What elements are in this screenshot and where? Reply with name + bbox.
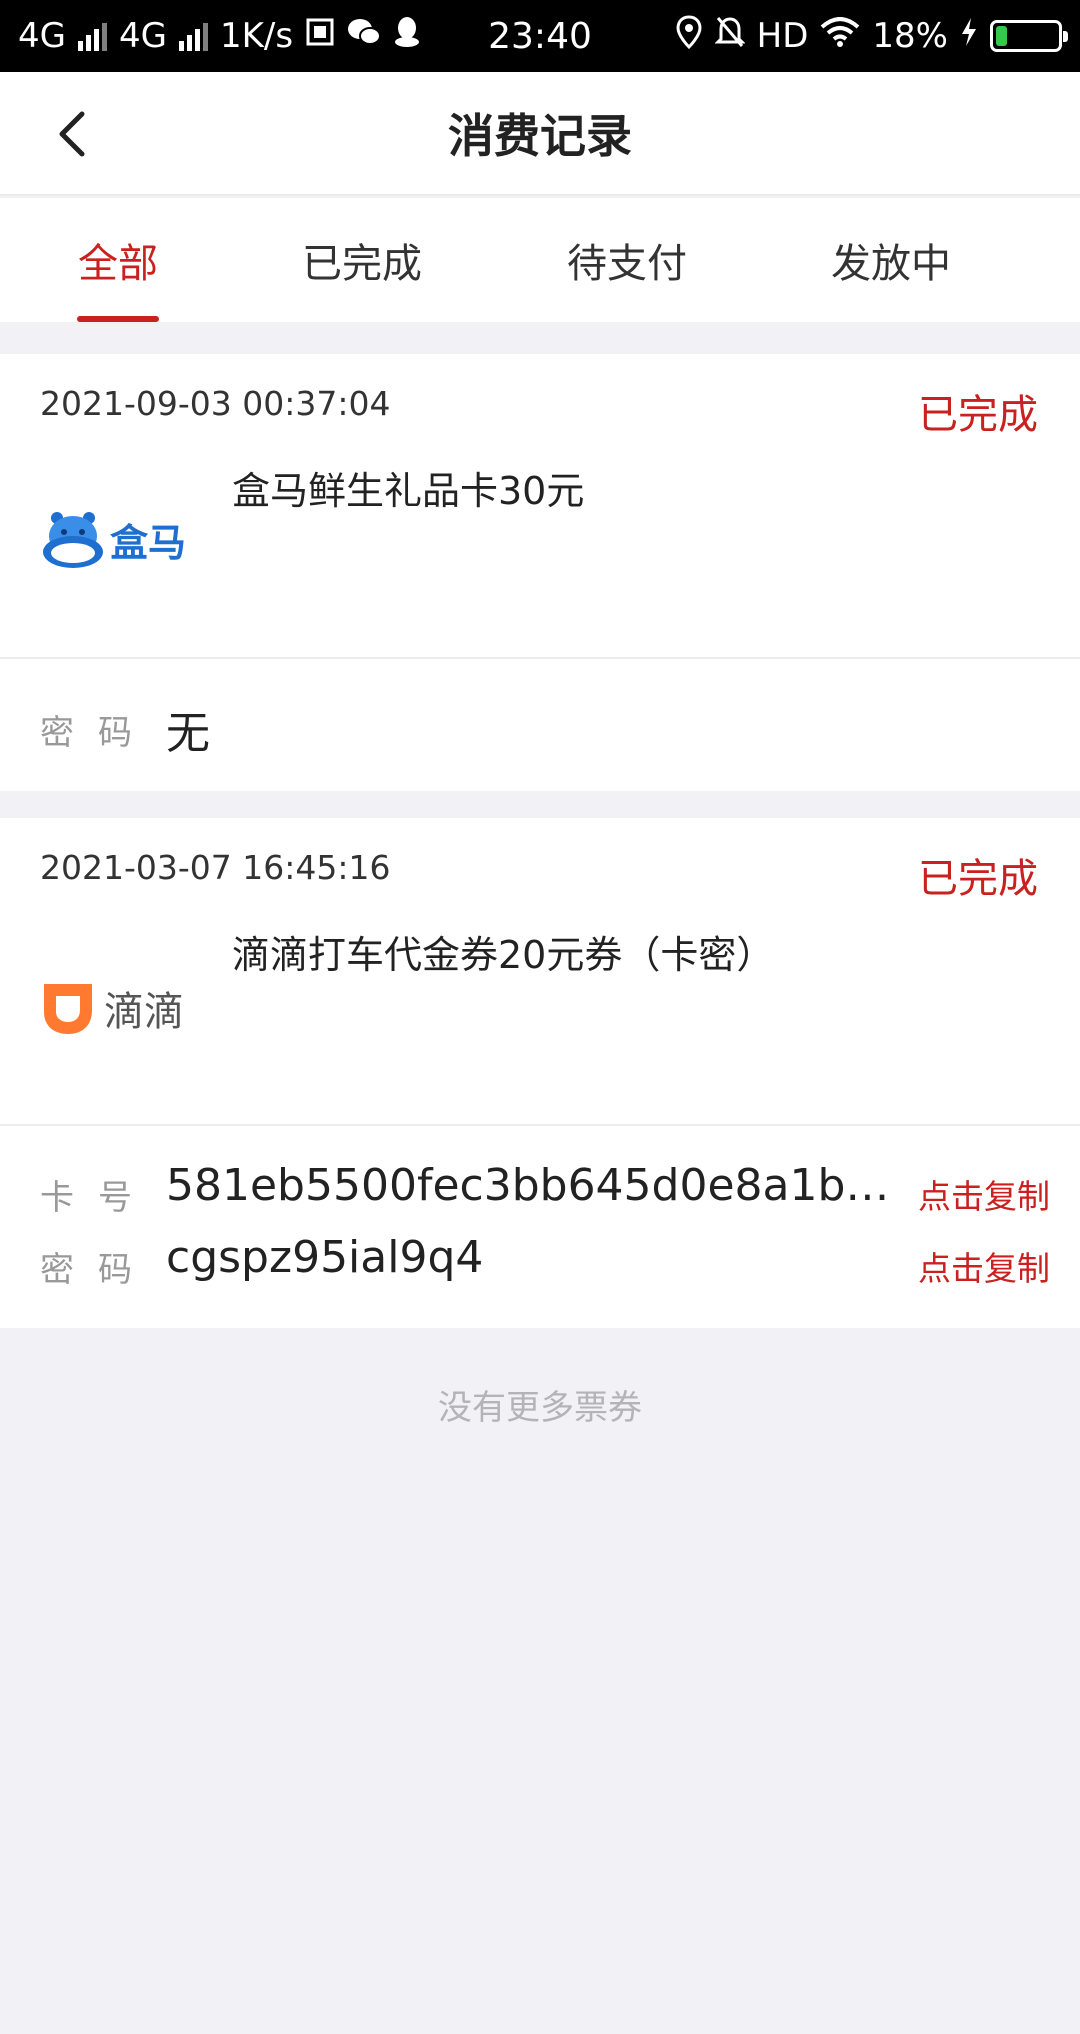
password-label: 密码 [40,713,156,753]
network-type-2: 4G [118,16,167,56]
tab-label: 待支付 [567,241,687,287]
tab-all[interactable]: 全部 [18,198,218,322]
location-icon [675,14,703,58]
tab-completed[interactable]: 已完成 [262,198,462,322]
order-code-section-didi: 卡号 581eb5500fec3bb645d0e8a1b5… 点击复制 密码 c… [0,1126,1080,1328]
charging-icon [960,16,978,56]
wechat-icon [347,16,382,56]
tab-issuing[interactable]: 发放中 [791,198,991,322]
order-status: 已完成 [918,856,1038,902]
signal-icon-2 [178,21,208,51]
product-name: 盒马鲜生礼品卡30元 [232,469,585,513]
chevron-left-icon [59,111,85,157]
order-status: 已完成 [918,392,1038,438]
battery-percent: 18% [872,16,948,56]
clock: 23:40 [488,15,592,57]
battery-level-fill [996,26,1007,46]
no-more-tickets-hint: 没有更多票券 [438,1388,642,1428]
hema-logo: 盒马 [40,506,186,572]
tab-pending-payment[interactable]: 待支付 [527,198,727,322]
status-left: 4G 4G 1K/s [18,16,421,57]
password-label: 密码 [40,1250,156,1290]
active-tab-indicator [77,316,159,322]
hema-logo-text: 盒马 [110,520,187,565]
battery-icon [990,20,1068,52]
order-date: 2021-09-03 00:37:04 [40,384,391,423]
didi-logo: 滴滴 [40,978,184,1038]
password-value: cgspz95ial9q4 [166,1232,484,1283]
product-name: 滴滴打车代金券20元券（卡密） [232,933,775,977]
didi-icon [44,984,92,1034]
order-password-section-hema: 密码 无 [0,659,1080,791]
page-title: 消费记录 [448,109,632,163]
tab-label: 发放中 [831,241,951,287]
order-date: 2021-03-07 16:45:16 [40,848,391,887]
copy-card-number-button[interactable]: 点击复制 [918,1170,1050,1218]
tab-label: 已完成 [302,241,422,287]
mute-bell-icon [714,15,746,58]
tab-label: 全部 [78,241,158,287]
navigation-header: 消费记录 [0,72,1080,196]
back-button[interactable] [40,102,104,166]
tab-bar: 全部 已完成 待支付 发放中 [0,198,1080,322]
card-number-value: 581eb5500fec3bb645d0e8a1b5… [166,1160,906,1211]
network-speed: 1K/s [219,16,294,56]
hema-hippo-icon [43,512,103,568]
hd-indicator: HD [756,16,809,56]
qq-icon [393,16,421,57]
status-bar: 4G 4G 1K/s 23:40 HD 18% [0,0,1080,72]
signal-icon [77,21,107,51]
status-right: HD 18% [675,14,1068,58]
didi-logo-text: 滴滴 [104,989,184,1035]
screenshot-icon [305,16,335,56]
card-number-label: 卡号 [40,1178,156,1218]
order-card-didi[interactable]: 2021-03-07 16:45:16 已完成 滴滴打车代金券20元券（卡密） … [0,818,1080,1126]
wifi-icon [820,16,860,56]
copy-password-button[interactable]: 点击复制 [918,1242,1050,1290]
order-card-hema[interactable]: 2021-09-03 00:37:04 已完成 盒马鲜生礼品卡30元 盒马 [0,354,1080,659]
password-value: 无 [166,708,210,759]
network-type-1: 4G [18,16,66,56]
